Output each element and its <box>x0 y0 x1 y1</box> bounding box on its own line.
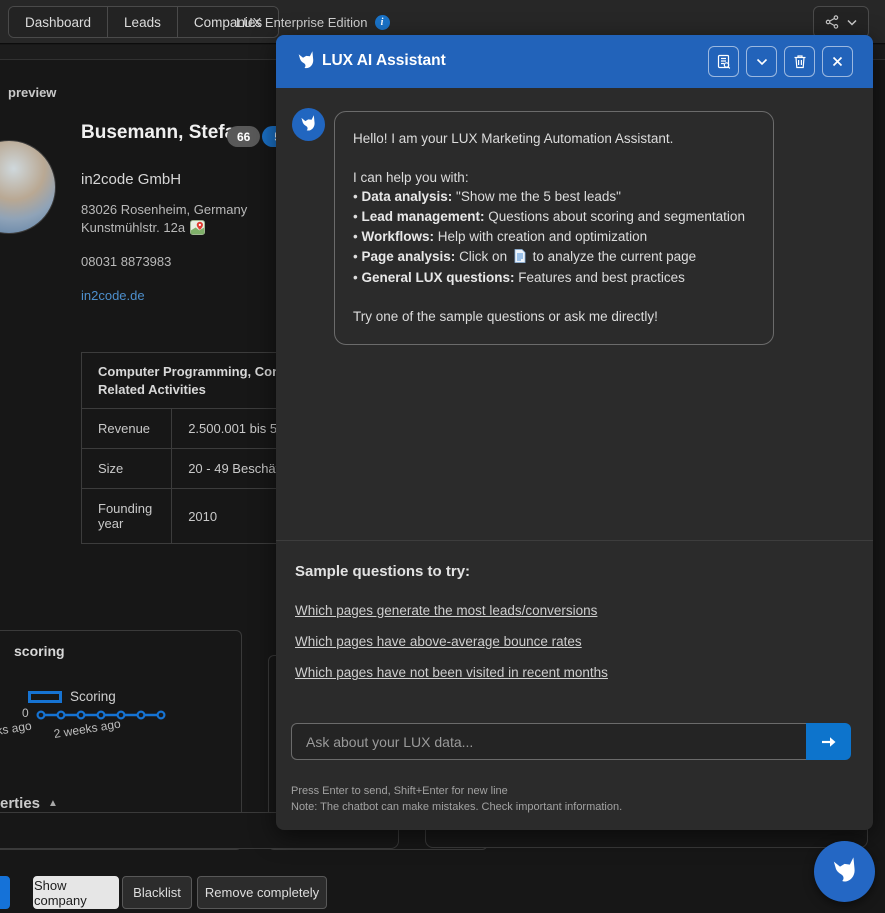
app-screen: DashboardLeadsCompanies LUX Enterprise E… <box>0 0 885 913</box>
collapse-chat-button[interactable] <box>746 46 777 77</box>
lead-name: Busemann, Stefan <box>81 122 247 144</box>
analyze-page-button[interactable] <box>708 46 739 77</box>
chevron-down-icon <box>756 58 768 66</box>
info-icon[interactable]: i <box>375 15 390 30</box>
table-row: Size20 - 49 Beschäftig <box>82 449 296 489</box>
lux-ai-assistant-panel: LUX AI Assistant Hello! I am your LUX Ma… <box>276 35 873 830</box>
row-label: Founding year <box>82 489 172 544</box>
intro-text: I can help you with: <box>353 168 755 188</box>
table-header: Computer Programming, ConsuRelated Activ… <box>82 353 296 409</box>
chat-title: LUX AI Assistant <box>322 52 446 70</box>
lux-fox-icon <box>299 115 318 134</box>
capability-item: • Lead management: Questions about scori… <box>353 207 755 227</box>
nav-tab-dashboard[interactable]: Dashboard <box>9 7 108 37</box>
company-name: in2code GmbH <box>81 171 181 188</box>
outro-text: Try one of the sample questions or ask m… <box>353 307 755 327</box>
lead-photo <box>0 140 56 234</box>
enter-hint-text: Press Enter to send, Shift+Enter for new… <box>291 785 508 797</box>
capability-item: • General LUX questions: Features and be… <box>353 268 755 288</box>
sample-question-link[interactable]: Which pages generate the most leads/conv… <box>295 602 608 620</box>
clear-chat-button[interactable] <box>784 46 815 77</box>
x-tick-label-1: eks ago <box>0 719 33 739</box>
sample-questions-title: Sample questions to try: <box>295 563 470 580</box>
disclaimer-text: Note: The chatbot can make mistakes. Che… <box>291 801 622 813</box>
share-button[interactable] <box>813 6 869 38</box>
chart-legend[interactable]: Scoring <box>28 689 116 704</box>
address-line2: Kunstmühlstr. 12a <box>81 220 205 235</box>
address-line1: 83026 Rosenheim, Germany <box>81 202 247 217</box>
chat-divider <box>276 540 873 541</box>
table-row: Founding year2010 <box>82 489 296 544</box>
assistant-message-bubble: Hello! I am your LUX Marketing Automatio… <box>334 111 774 345</box>
score-badge: 66 <box>227 126 260 147</box>
close-chat-button[interactable] <box>822 46 853 77</box>
nav-tab-leads[interactable]: Leads <box>108 7 178 37</box>
row-label: Revenue <box>82 409 172 449</box>
sample-question-list: Which pages generate the most leads/conv… <box>295 602 608 683</box>
website-link[interactable]: in2code.de <box>81 288 145 303</box>
lux-fox-icon <box>296 51 317 72</box>
greeting-text: Hello! I am your LUX Marketing Automatio… <box>353 129 755 149</box>
chat-input-row <box>291 723 851 760</box>
send-arrow-icon <box>821 736 837 748</box>
capability-item: • Data analysis: "Show me the 5 best lea… <box>353 187 755 207</box>
chat-header: LUX AI Assistant <box>276 35 873 88</box>
trash-icon <box>793 54 807 69</box>
document-search-icon <box>716 54 732 70</box>
assistant-launcher-button[interactable] <box>814 841 875 902</box>
map-icon[interactable] <box>190 220 205 235</box>
collapse-triangle-icon: ▲ <box>48 798 58 809</box>
remove-completely-button[interactable]: Remove completely <box>197 876 327 909</box>
chevron-down-icon <box>847 19 857 26</box>
sample-question-link[interactable]: Which pages have above-average bounce ra… <box>295 633 608 651</box>
sample-question-link[interactable]: Which pages have not been visited in rec… <box>295 664 608 682</box>
legend-swatch <box>28 691 62 703</box>
phone-number: 08031 8873983 <box>81 254 171 269</box>
row-label: Size <box>82 449 172 489</box>
company-info-table: Computer Programming, ConsuRelated Activ… <box>81 352 296 544</box>
document-icon <box>514 249 526 269</box>
show-company-button[interactable]: Show company <box>33 876 119 909</box>
table-row: Revenue2.500.001 bis 5.00 <box>82 409 296 449</box>
preview-section-label: preview <box>8 85 56 100</box>
legend-label: Scoring <box>70 689 116 704</box>
edition-label: LUX Enterprise Edition <box>236 15 368 30</box>
chat-input[interactable] <box>291 723 806 760</box>
capability-item: • Page analysis: Click on to analyze the… <box>353 247 755 269</box>
blacklist-button[interactable]: Blacklist <box>122 876 192 909</box>
lux-fox-icon <box>830 857 860 887</box>
share-icon <box>825 15 839 29</box>
capability-item: • Workflows: Help with creation and opti… <box>353 227 755 247</box>
scoring-card-title: scoring <box>14 643 65 659</box>
properties-section-header[interactable]: erties ▲ <box>0 795 58 812</box>
capability-list: • Data analysis: "Show me the 5 best lea… <box>353 187 755 288</box>
assistant-avatar <box>292 108 325 141</box>
primary-action-button-clipped[interactable] <box>0 876 10 909</box>
close-icon <box>832 56 843 67</box>
send-button[interactable] <box>806 723 851 760</box>
